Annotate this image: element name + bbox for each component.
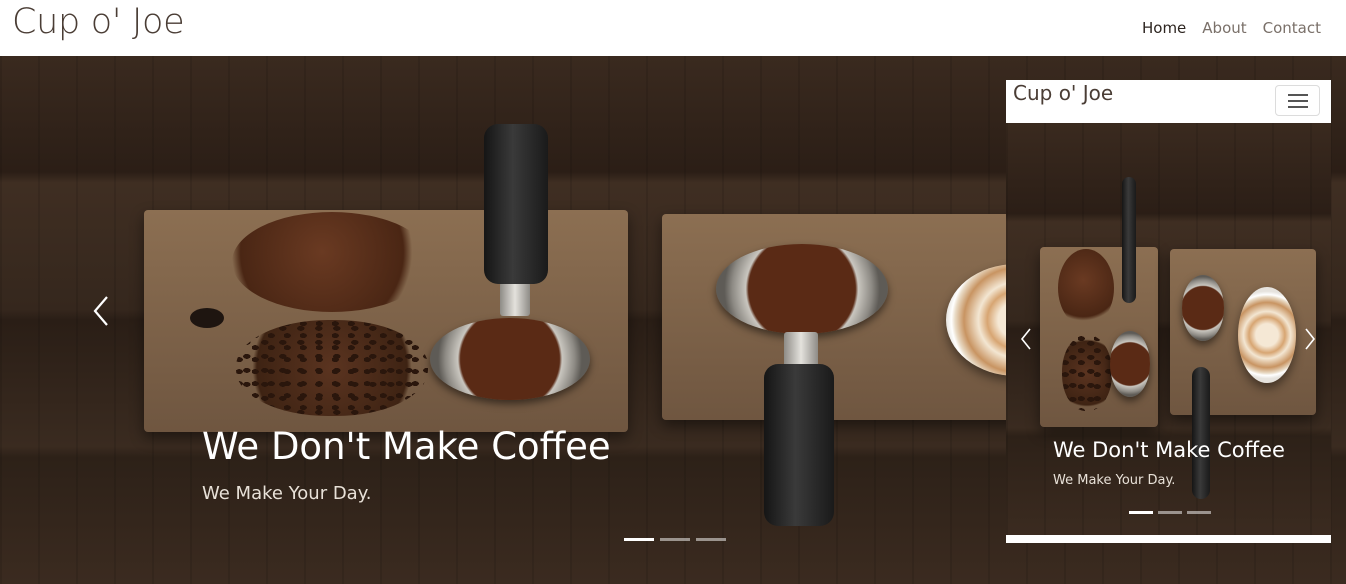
nav-links: Home About Contact	[1142, 19, 1321, 37]
chevron-left-icon	[93, 296, 108, 326]
mobile-basket-right	[1182, 275, 1224, 341]
mobile-brand-logo[interactable]: Cup o' Joe	[1013, 81, 1113, 105]
mobile-navbar: Cup o' Joe	[1006, 80, 1331, 123]
brand-logo[interactable]: Cup o' Joe	[12, 2, 185, 42]
carousel-indicator-3[interactable]	[696, 538, 726, 541]
carousel-indicator-1[interactable]	[624, 538, 654, 541]
mobile-preview-bottom-bar	[1006, 535, 1331, 543]
carousel-prev-button[interactable]	[92, 294, 110, 334]
mobile-handle-left	[1122, 177, 1136, 303]
carousel-caption-title: We Don't Make Coffee	[202, 425, 611, 468]
mobile-menu-toggle[interactable]	[1275, 85, 1320, 116]
mobile-carousel-indicator-3[interactable]	[1187, 511, 1211, 514]
coffee-beans-pile	[236, 320, 428, 416]
nav-link-home[interactable]: Home	[1142, 19, 1186, 37]
mobile-coffee-beans	[1062, 335, 1112, 411]
portafilter-neck-right	[784, 332, 818, 368]
mobile-handle-right	[1192, 367, 1210, 499]
mobile-carousel-prev-button[interactable]	[1020, 317, 1032, 357]
carousel-caption-subtitle: We Make Your Day.	[202, 483, 372, 504]
nav-link-about[interactable]: About	[1202, 19, 1246, 37]
ground-coffee-pile	[232, 212, 432, 312]
chevron-right-icon	[1305, 328, 1316, 350]
nav-link-contact[interactable]: Contact	[1263, 19, 1321, 37]
board-hole	[190, 308, 224, 328]
mobile-carousel-next-button[interactable]	[1304, 317, 1316, 357]
chevron-left-icon	[1020, 328, 1031, 350]
portafilter-basket-right	[716, 244, 888, 334]
mobile-carousel-indicator-1[interactable]	[1129, 511, 1153, 514]
carousel-indicators	[624, 538, 726, 541]
mobile-ground-coffee	[1058, 249, 1114, 327]
mobile-caption-title: We Don't Make Coffee	[1053, 438, 1285, 462]
portafilter-neck-left	[500, 282, 530, 316]
mobile-caption-subtitle: We Make Your Day.	[1053, 473, 1176, 488]
navbar: Cup o' Joe Home About Contact	[0, 0, 1346, 56]
portafilter-handle-right	[764, 364, 834, 526]
mobile-carousel-indicator-2[interactable]	[1158, 511, 1182, 514]
mobile-basket-left	[1110, 331, 1150, 397]
mobile-hero-carousel: We Don't Make Coffee We Make Your Day.	[1006, 123, 1331, 535]
portafilter-basket-left	[430, 318, 590, 400]
carousel-indicator-2[interactable]	[660, 538, 690, 541]
mobile-latte-cup	[1238, 287, 1296, 383]
mobile-preview: Cup o' Joe We Don't Make Coffee We Make …	[1006, 80, 1331, 543]
portafilter-handle-left	[484, 124, 548, 284]
mobile-carousel-indicators	[1129, 511, 1211, 514]
